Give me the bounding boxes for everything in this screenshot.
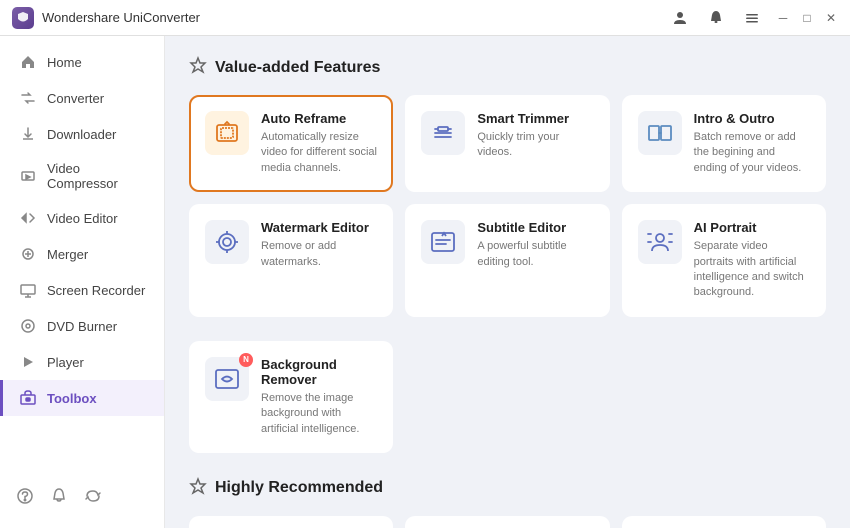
sidebar-label-downloader: Downloader [47,127,116,142]
sidebar-item-dvd-burner[interactable]: DVD Burner [0,308,164,344]
subtitle-editor-icon [421,220,465,264]
feature-fix-media-metadata[interactable]: Fix Media Metadata Auto-fix and edit met… [622,516,826,528]
sidebar-label-video-editor: Video Editor [47,211,118,226]
bg-remover-text: Background Remover Remove the image back… [261,357,377,437]
sidebar-label-dvd-burner: DVD Burner [47,319,117,334]
sidebar-item-converter[interactable]: Converter [0,80,164,116]
ai-portrait-icon [638,220,682,264]
intro-outro-title: Intro & Outro [694,111,810,126]
sidebar-label-video-compressor: Video Compressor [47,161,148,191]
downloader-icon [19,125,37,143]
app-title: Wondershare UniConverter [42,10,666,25]
sidebar: Home Converter Downloader [0,36,165,528]
toolbox-icon [19,389,37,407]
value-added-section-title: Value-added Features [215,59,380,77]
sidebar-item-video-compressor[interactable]: Video Compressor [0,152,164,200]
sidebar-label-merger: Merger [47,247,88,262]
smart-trimmer-text: Smart Trimmer Quickly trim your videos. [477,111,593,161]
smart-trimmer-title: Smart Trimmer [477,111,593,126]
watermark-editor-icon [205,220,249,264]
recommended-section-title: Highly Recommended [215,479,383,497]
sidebar-item-toolbox[interactable]: Toolbox [0,380,164,416]
app-logo [12,7,34,29]
converter-icon [19,89,37,107]
notifications-footer-button[interactable] [50,487,68,510]
bg-remover-title: Background Remover [261,357,377,387]
content-area: Value-added Features Auto Reframe Automa… [165,36,850,528]
value-added-section-header: Value-added Features [189,56,826,79]
highly-recommended-section-header: Highly Recommended [189,477,826,500]
intro-outro-icon [638,111,682,155]
user-account-button[interactable] [666,4,694,32]
player-icon [19,353,37,371]
sidebar-label-screen-recorder: Screen Recorder [47,283,145,298]
minimize-button[interactable]: ─ [776,11,790,25]
subtitle-title: Subtitle Editor [477,220,593,235]
watermark-text: Watermark Editor Remove or add watermark… [261,220,377,270]
help-button[interactable] [16,487,34,510]
sidebar-item-screen-recorder[interactable]: Screen Recorder [0,272,164,308]
watermark-desc: Remove or add watermarks. [261,239,377,270]
intro-outro-desc: Batch remove or add the begining and end… [694,130,810,176]
window-controls: ─ □ ✕ [666,4,838,32]
video-compressor-icon [19,167,37,185]
feature-watermark-editor[interactable]: Watermark Editor Remove or add watermark… [189,204,393,317]
recommended-grid: Image Converter Convert images to other … [189,516,826,528]
value-added-grid: Auto Reframe Automatically resize video … [189,95,826,317]
intro-outro-text: Intro & Outro Batch remove or add the be… [694,111,810,176]
sidebar-item-player[interactable]: Player [0,344,164,380]
new-badge: N [239,353,253,367]
smart-trimmer-icon [421,111,465,155]
sidebar-item-merger[interactable]: Merger [0,236,164,272]
video-editor-icon [19,209,37,227]
auto-reframe-title: Auto Reframe [261,111,377,126]
feature-auto-reframe[interactable]: Auto Reframe Automatically resize video … [189,95,393,192]
refresh-button[interactable] [84,487,102,510]
main-layout: Home Converter Downloader [0,36,850,528]
bg-remover-desc: Remove the image background with artific… [261,391,377,437]
menu-button[interactable] [738,4,766,32]
bg-remover-icon-wrapper: N [205,357,249,401]
sidebar-label-player: Player [47,355,84,370]
feature-subtitle-editor[interactable]: Subtitle Editor A powerful subtitle edit… [405,204,609,317]
auto-reframe-text: Auto Reframe Automatically resize video … [261,111,377,176]
feature-bg-remover[interactable]: N Background Remover Remove the image ba… [189,341,393,453]
ai-portrait-text: AI Portrait Separate video portraits wit… [694,220,810,301]
auto-reframe-desc: Automatically resize video for different… [261,130,377,176]
recommended-section-icon [189,477,207,500]
subtitle-desc: A powerful subtitle editing tool. [477,239,593,270]
feature-ai-portrait[interactable]: AI Portrait Separate video portraits wit… [622,204,826,317]
feature-gif-maker[interactable]: GIF GIF Maker Make GIF from videos or pi… [405,516,609,528]
notifications-button[interactable] [702,4,730,32]
subtitle-text: Subtitle Editor A powerful subtitle edit… [477,220,593,270]
sidebar-item-home[interactable]: Home [0,44,164,80]
screen-recorder-icon [19,281,37,299]
ai-portrait-title: AI Portrait [694,220,810,235]
feature-image-converter[interactable]: Image Converter Convert images to other … [189,516,393,528]
titlebar: Wondershare UniConverter ─ □ ✕ [0,0,850,36]
maximize-button[interactable]: □ [800,11,814,25]
home-icon [19,53,37,71]
close-button[interactable]: ✕ [824,11,838,25]
auto-reframe-icon [205,111,249,155]
sidebar-footer [0,477,164,520]
dvd-burner-icon [19,317,37,335]
sidebar-label-toolbox: Toolbox [47,391,97,406]
value-added-section-icon [189,56,207,79]
feature-intro-outro[interactable]: Intro & Outro Batch remove or add the be… [622,95,826,192]
merger-icon [19,245,37,263]
sidebar-item-video-editor[interactable]: Video Editor [0,200,164,236]
smart-trimmer-desc: Quickly trim your videos. [477,130,593,161]
feature-smart-trimmer[interactable]: Smart Trimmer Quickly trim your videos. [405,95,609,192]
ai-portrait-desc: Separate video portraits with artificial… [694,239,810,301]
sidebar-item-downloader[interactable]: Downloader [0,116,164,152]
watermark-title: Watermark Editor [261,220,377,235]
sidebar-label-home: Home [47,55,82,70]
sidebar-label-converter: Converter [47,91,104,106]
